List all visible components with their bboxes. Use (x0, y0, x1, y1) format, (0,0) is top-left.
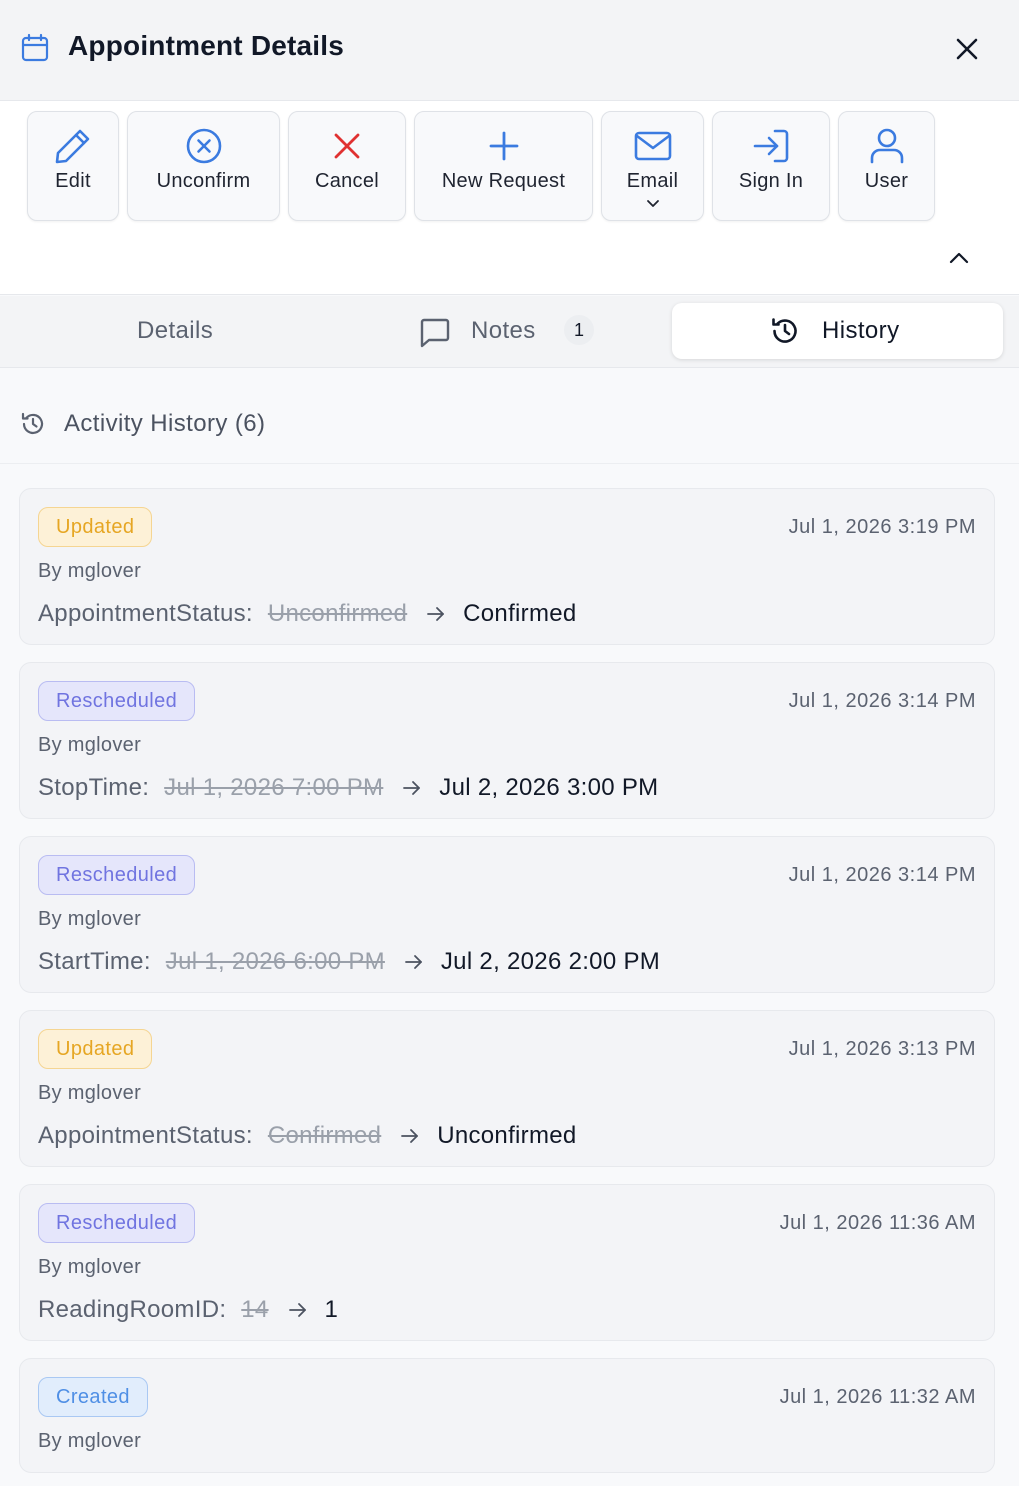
action-toolbar: Edit Unconfirm Cancel New Request Email (0, 101, 1019, 295)
user-icon (870, 128, 903, 164)
edit-label: Edit (55, 170, 91, 192)
activity-history-title: Activity History (6) (64, 410, 266, 437)
arrow-right-icon (403, 781, 421, 795)
email-label: Email (626, 170, 679, 192)
dialog-title: Appointment Details (68, 30, 345, 61)
edit-button[interactable]: Edit (27, 111, 119, 221)
chevron-down-icon (646, 200, 659, 207)
change-new-value: Jul 2, 2026 2:00 PM (440, 948, 661, 975)
status-badge: Rescheduled (38, 1203, 196, 1243)
tab-notes-label: Notes (471, 317, 536, 344)
unconfirm-label: Unconfirm (156, 170, 251, 192)
change-new-value: 1 (324, 1296, 339, 1323)
entry-timestamp: Jul 1, 2026 3:19 PM (788, 516, 976, 538)
history-entry: Rescheduled Jul 1, 2026 3:14 PM By mglov… (19, 836, 995, 993)
user-label: User (864, 170, 909, 192)
entry-timestamp: Jul 1, 2026 11:32 AM (779, 1386, 976, 1408)
close-icon (956, 38, 978, 60)
history-entry: Updated Jul 1, 2026 3:19 PM By mglover A… (19, 488, 995, 645)
plus-icon (489, 131, 518, 161)
entry-timestamp: Jul 1, 2026 3:14 PM (788, 864, 976, 886)
tab-details[interactable]: Details (20, 303, 332, 359)
sign-in-button[interactable]: Sign In (712, 111, 830, 221)
change-new-value: Confirmed (463, 600, 577, 627)
change-field: StartTime: (38, 948, 151, 975)
status-badge: Updated (38, 507, 153, 547)
change-new-value: Unconfirmed (437, 1122, 577, 1149)
arrow-right-icon (427, 607, 445, 621)
sign-in-label: Sign In (738, 170, 804, 192)
circle-x-icon (186, 128, 221, 164)
change-old-value: Unconfirmed (267, 600, 408, 627)
history-entry: Created Jul 1, 2026 11:32 AM By mglover (19, 1358, 995, 1473)
history-icon (772, 318, 797, 343)
arrow-right-icon (405, 955, 422, 969)
cancel-button[interactable]: Cancel (288, 111, 406, 221)
tab-details-label: Details (137, 317, 214, 344)
email-button[interactable]: Email (601, 111, 704, 221)
tab-notes[interactable]: Notes 1 (346, 303, 658, 359)
user-button[interactable]: User (838, 111, 935, 221)
status-badge: Updated (38, 1029, 153, 1069)
tab-history-label: History (822, 317, 900, 344)
history-entry: Updated Jul 1, 2026 3:13 PM By mglover A… (19, 1010, 995, 1167)
history-entry: Rescheduled Jul 1, 2026 11:36 AM By mglo… (19, 1184, 995, 1341)
entry-author: By mglover (38, 1082, 142, 1104)
entry-author: By mglover (38, 560, 142, 582)
unconfirm-button[interactable]: Unconfirm (127, 111, 280, 221)
change-field: StopTime: (38, 774, 150, 801)
change-old-value: 14 (241, 1296, 269, 1323)
entry-timestamp: Jul 1, 2026 3:13 PM (788, 1038, 976, 1060)
tab-bar: Details Notes 1 History (0, 296, 1019, 368)
change-old-value: Jul 1, 2026 6:00 PM (165, 948, 385, 975)
entry-author: By mglover (38, 1430, 142, 1452)
change-field: ReadingRoomID: (38, 1296, 227, 1323)
entry-change: StartTime: Jul 1, 2026 6:00 PM Jul 2, 20… (38, 948, 660, 976)
calendar-icon (21, 33, 49, 62)
tab-history[interactable]: History (672, 303, 1003, 359)
dialog-header: Appointment Details (0, 0, 1019, 101)
entry-author: By mglover (38, 908, 142, 930)
sign-in-icon (753, 129, 789, 163)
change-new-value: Jul 2, 2026 3:00 PM (439, 774, 659, 801)
change-old-value: Jul 1, 2026 7:00 PM (164, 774, 384, 801)
entry-change: AppointmentStatus: Confirmed Unconfirmed (38, 1122, 577, 1150)
mail-icon (634, 131, 671, 161)
history-icon (21, 412, 44, 434)
entry-timestamp: Jul 1, 2026 11:36 AM (779, 1212, 976, 1234)
entry-change: AppointmentStatus: Unconfirmed Confirmed (38, 600, 577, 628)
change-field: AppointmentStatus: (38, 1122, 253, 1149)
new-request-label: New Request (441, 170, 566, 192)
collapse-toolbar-button[interactable] (944, 246, 974, 270)
status-badge: Created (38, 1377, 148, 1417)
notes-count-badge: 1 (564, 315, 594, 345)
entry-timestamp: Jul 1, 2026 3:14 PM (788, 690, 976, 712)
entry-change: StopTime: Jul 1, 2026 7:00 PM Jul 2, 202… (38, 774, 658, 802)
entry-author: By mglover (38, 734, 142, 756)
x-icon (334, 133, 360, 159)
change-old-value: Confirmed (267, 1122, 382, 1149)
change-field: AppointmentStatus: (38, 600, 253, 627)
status-badge: Rescheduled (38, 681, 196, 721)
activity-history-header: Activity History (6) (0, 369, 1019, 464)
history-entry: Rescheduled Jul 1, 2026 3:14 PM By mglov… (19, 662, 995, 819)
cancel-label: Cancel (314, 170, 380, 192)
status-badge: Rescheduled (38, 855, 196, 895)
message-square-icon (420, 318, 450, 348)
arrow-right-icon (288, 1303, 306, 1317)
new-request-button[interactable]: New Request (414, 111, 593, 221)
entry-change: ReadingRoomID: 14 1 (38, 1296, 338, 1324)
entry-author: By mglover (38, 1256, 142, 1278)
close-button[interactable] (948, 30, 986, 68)
arrow-right-icon (401, 1129, 419, 1143)
pencil-icon (55, 129, 90, 164)
